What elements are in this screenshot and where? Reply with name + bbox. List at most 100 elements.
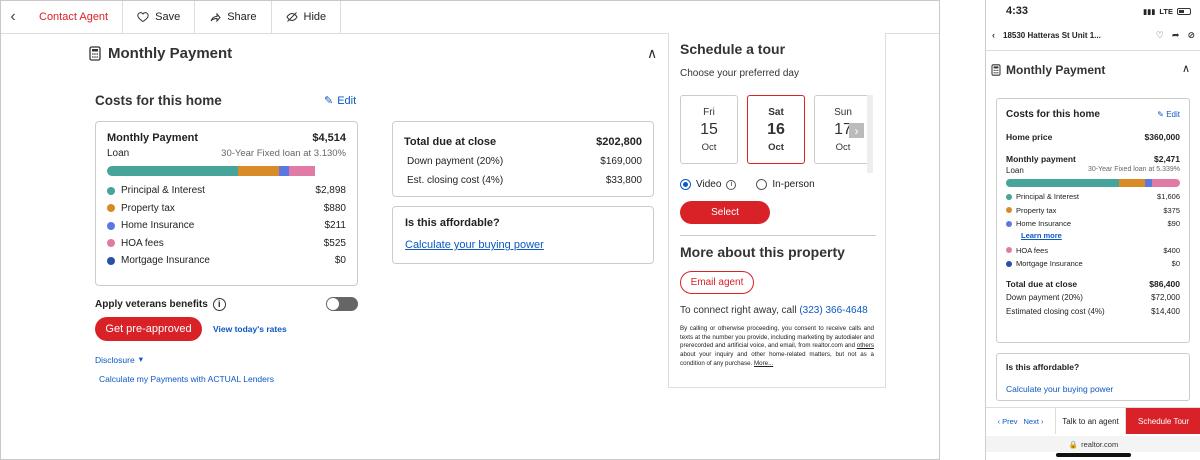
day-option-sat[interactable]: Sat 16 Oct bbox=[747, 95, 805, 164]
close-total-row: Total due at close $202,800 bbox=[404, 132, 642, 152]
select-button[interactable]: Select bbox=[680, 201, 770, 224]
legend-value: $211 bbox=[324, 220, 346, 232]
phone-link[interactable]: (323) 366-4648 bbox=[799, 305, 867, 316]
battery-icon bbox=[1177, 7, 1191, 15]
video-radio[interactable]: Video i bbox=[680, 179, 737, 190]
monthly-label: Monthly Payment bbox=[107, 132, 199, 144]
legend-value: $90 bbox=[1167, 219, 1180, 229]
info-icon[interactable]: i bbox=[212, 297, 226, 311]
mobile-bottom-bar: ‹ Prev Next › Talk to an agent Schedule … bbox=[986, 407, 1200, 434]
talk-agent-button[interactable]: Talk to an agent bbox=[1056, 408, 1126, 434]
view-rates-link[interactable]: View today's rates bbox=[213, 324, 287, 334]
edit-link[interactable]: ✎ Edit bbox=[324, 94, 356, 108]
monthly-total-row: Monthly Payment $4,514 bbox=[107, 132, 346, 144]
monthly-payment-header[interactable]: Monthly Payment bbox=[89, 45, 232, 62]
actual-lenders-link[interactable]: Calculate my Payments with ACTUAL Lender… bbox=[99, 374, 274, 384]
calculator-icon bbox=[991, 64, 1001, 76]
share-icon[interactable]: ➦ bbox=[1172, 30, 1180, 41]
video-label: Video bbox=[696, 179, 722, 190]
more-link[interactable]: More... bbox=[754, 360, 773, 367]
url-bar[interactable]: 🔒 realtor.com bbox=[986, 436, 1200, 452]
legend-dot-icon bbox=[107, 239, 115, 248]
legend-text: HOA fees bbox=[121, 237, 164, 249]
monthly-payment-header[interactable]: Monthly Payment bbox=[991, 63, 1105, 77]
connect-call-text: To connect right away, call (323) 366-46… bbox=[680, 305, 868, 316]
share-button[interactable]: Share bbox=[195, 1, 272, 33]
bar-segment-tax bbox=[1119, 179, 1146, 187]
share-icon bbox=[210, 12, 221, 23]
schedule-tour-button[interactable]: Schedule Tour bbox=[1126, 408, 1200, 434]
legend-label: Mortgage Insurance bbox=[107, 255, 210, 266]
legend-item: HOA fees $525 bbox=[107, 235, 346, 253]
loan-label: Loan bbox=[1006, 166, 1024, 175]
day-scrollbar[interactable] bbox=[867, 95, 873, 173]
closing-cost-row: Estimated closing cost (4%) $14,400 bbox=[1006, 307, 1180, 316]
affordable-question: Is this affordable? bbox=[1006, 362, 1080, 372]
collapse-chevron-icon[interactable]: ∧ bbox=[1182, 62, 1190, 75]
connect-label: To connect right away, call bbox=[680, 305, 797, 316]
get-preapproved-button[interactable]: Get pre-approved bbox=[95, 317, 202, 341]
legend-text: Property tax bbox=[1016, 205, 1057, 215]
section-title: Monthly Payment bbox=[108, 45, 233, 62]
hide-button[interactable]: Hide bbox=[272, 1, 342, 33]
payment-breakdown-bar bbox=[1006, 179, 1180, 187]
down-payment-value: $169,000 bbox=[600, 156, 642, 167]
legend-value: $400 bbox=[1163, 245, 1180, 255]
next-days-arrow-icon[interactable]: › bbox=[849, 123, 864, 138]
legend-dot-icon bbox=[107, 256, 115, 265]
eye-slash-icon[interactable]: ⊘ bbox=[1187, 30, 1195, 41]
bar-segment-ins bbox=[1145, 179, 1153, 187]
status-bar: 4:33 ▮▮▮ LTE bbox=[986, 0, 1200, 22]
learn-more-link[interactable]: Learn more bbox=[1021, 231, 1180, 244]
calculator-icon bbox=[89, 46, 101, 61]
divider bbox=[986, 50, 1200, 51]
prev-button[interactable]: ‹ Prev bbox=[997, 417, 1017, 426]
email-agent-button[interactable]: Email agent bbox=[680, 271, 754, 294]
prev-next-nav: ‹ Prev Next › bbox=[986, 408, 1056, 434]
down-payment-label: Down payment (20%) bbox=[407, 156, 504, 167]
mobile-costs-card: Costs for this home ✎ Edit Home price $3… bbox=[996, 98, 1190, 343]
info-icon[interactable]: i bbox=[726, 179, 737, 190]
back-chevron-icon[interactable]: ‹ bbox=[992, 30, 995, 40]
legal-consent-text: By calling or otherwise proceeding, you … bbox=[680, 325, 874, 368]
day-option-fri[interactable]: Fri 15 Oct bbox=[680, 95, 738, 164]
save-button[interactable]: Save bbox=[123, 1, 196, 33]
in-person-label: In-person bbox=[772, 179, 815, 190]
legend-dot-icon bbox=[1006, 207, 1012, 214]
next-button[interactable]: Next › bbox=[1024, 417, 1044, 426]
back-chevron-icon[interactable]: ‹ bbox=[1, 1, 25, 33]
edit-link[interactable]: ✎ Edit bbox=[1157, 110, 1180, 119]
bar-segment-pi bbox=[1006, 179, 1120, 187]
divider bbox=[680, 235, 876, 236]
veterans-toggle[interactable] bbox=[326, 297, 358, 311]
top-toolbar: ‹ Contact Agent Save Share Hide bbox=[1, 1, 939, 34]
monthly-payment-card: Monthly Payment $4,514 Loan 30-Year Fixe… bbox=[95, 121, 358, 286]
disclosure-dropdown[interactable]: Disclosure ▾ bbox=[95, 354, 143, 365]
hide-label: Hide bbox=[303, 11, 327, 23]
tour-type-radios: Video i In-person bbox=[680, 179, 815, 190]
heart-icon[interactable]: ♡ bbox=[1156, 30, 1164, 41]
section-title: Monthly Payment bbox=[1006, 63, 1106, 77]
legend-item: Mortgage Insurance $0 bbox=[107, 252, 346, 270]
legend-label: Principal & Interest bbox=[1006, 192, 1079, 201]
bar-segment-hoa bbox=[288, 166, 315, 176]
in-person-radio[interactable]: In-person bbox=[756, 179, 815, 190]
others-link[interactable]: others bbox=[857, 342, 874, 349]
home-indicator[interactable] bbox=[1056, 453, 1131, 457]
affordable-question: Is this affordable? bbox=[405, 217, 500, 229]
contact-agent-button[interactable]: Contact Agent bbox=[25, 1, 124, 33]
home-price-value: $360,000 bbox=[1144, 132, 1180, 142]
monthly-value: $2,471 bbox=[1154, 154, 1180, 164]
day-weekday: Sat bbox=[768, 106, 784, 118]
loan-row: Loan 30-Year Fixed loan at 3.130% bbox=[107, 148, 346, 159]
loan-desc: 30-Year Fixed loan at 3.130% bbox=[221, 148, 346, 159]
preferred-day-label: Choose your preferred day bbox=[680, 68, 799, 79]
legend-item: Principal & Interest $2,898 bbox=[107, 182, 346, 200]
legend-label: Property tax bbox=[1006, 206, 1056, 215]
legend-dot-icon bbox=[1006, 220, 1012, 227]
buying-power-link[interactable]: Calculate your buying power bbox=[405, 239, 641, 251]
legend-text: Property tax bbox=[121, 202, 175, 214]
collapse-chevron-icon[interactable]: ∧ bbox=[647, 45, 657, 62]
buying-power-link[interactable]: Calculate your buying power bbox=[1006, 384, 1180, 394]
home-price-label: Home price bbox=[1006, 132, 1053, 142]
